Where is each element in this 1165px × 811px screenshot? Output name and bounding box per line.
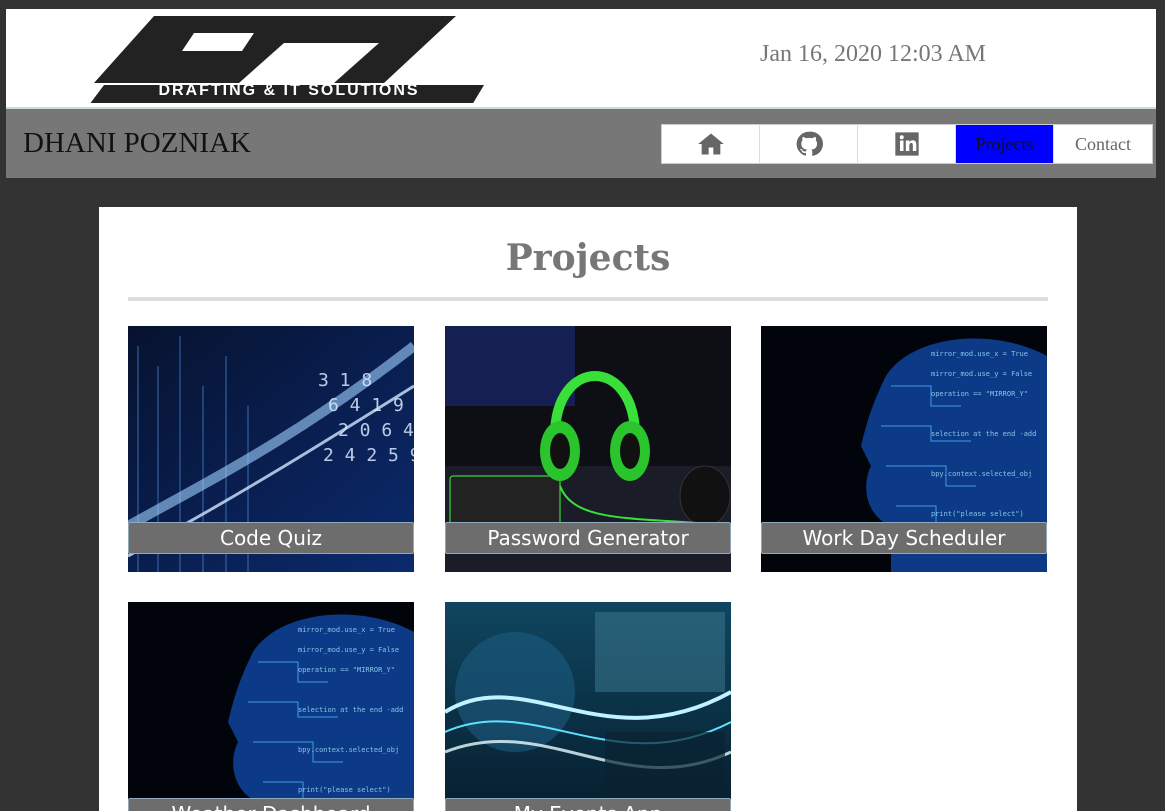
- projects-section: Projects 3 1 8 6 4 1 9 2 0 6 4 9 2 4 2 5 9…: [99, 207, 1077, 811]
- nav-menu: Projects Contact: [661, 124, 1153, 164]
- page-title: Projects: [505, 237, 671, 279]
- svg-text:3 1 8: 3 1 8: [318, 370, 372, 391]
- project-card-weather-dashboard[interactable]: mirror_mod.use_x = True mirror_mod.use_y …: [128, 602, 414, 811]
- linkedin-icon: [894, 132, 919, 156]
- svg-text:print("please select"): print("please select"): [298, 786, 391, 794]
- nav-contact[interactable]: Contact: [1054, 125, 1152, 163]
- nav-linkedin[interactable]: [858, 125, 956, 163]
- svg-text:operation == "MIRROR_Y": operation == "MIRROR_Y": [298, 666, 395, 674]
- nav-home[interactable]: [662, 125, 760, 163]
- nav-projects[interactable]: Projects: [956, 125, 1054, 163]
- home-icon: [697, 133, 724, 155]
- project-title: Work Day Scheduler: [761, 522, 1047, 554]
- project-title: Code Quiz: [128, 522, 414, 554]
- site-header: DRAFTING & IT SOLUTIONS Jan 16, 2020 12:…: [6, 9, 1156, 109]
- navbar: DHANI POZNIAK Projects Contact: [6, 109, 1156, 178]
- project-card-password-generator[interactable]: Password Generator: [445, 326, 731, 572]
- svg-text:2 0 6 4 9: 2 0 6 4 9: [338, 420, 414, 441]
- project-thumbnail: mirror_mod.use_x = True mirror_mod.use_y …: [128, 602, 414, 811]
- svg-text:operation == "MIRROR_Y": operation == "MIRROR_Y": [931, 390, 1028, 398]
- svg-text:print("please select"): print("please select"): [931, 510, 1024, 518]
- logo-tagline: DRAFTING & IT SOLUTIONS: [158, 82, 420, 99]
- site-brand[interactable]: DHANI POZNIAK: [23, 127, 251, 160]
- project-card-work-day-scheduler[interactable]: mirror_mod.use_x = True mirror_mod.use_y …: [761, 326, 1047, 572]
- svg-text:2 4 2 5 9 8: 2 4 2 5 9 8: [323, 445, 414, 466]
- project-card-my-events-app[interactable]: My Events App: [445, 602, 731, 811]
- title-divider: [128, 297, 1048, 301]
- svg-text:mirror_mod.use_x = True: mirror_mod.use_x = True: [298, 626, 395, 634]
- svg-text:bpy.context.selected_obj: bpy.context.selected_obj: [298, 746, 399, 754]
- nav-github[interactable]: [760, 125, 858, 163]
- svg-text:selection at the end -add: selection at the end -add: [931, 430, 1036, 438]
- project-card-code-quiz[interactable]: 3 1 8 6 4 1 9 2 0 6 4 9 2 4 2 5 9 8 Code Q…: [128, 326, 414, 572]
- github-icon: [796, 131, 823, 156]
- svg-text:mirror_mod.use_y = False: mirror_mod.use_y = False: [298, 646, 399, 654]
- project-title: Weather Dashboard: [128, 798, 414, 811]
- svg-text:selection at the end -add: selection at the end -add: [298, 706, 403, 714]
- project-thumbnail: [445, 602, 731, 811]
- project-title: Password Generator: [445, 522, 731, 554]
- svg-text:6 4 1 9: 6 4 1 9: [328, 395, 404, 416]
- project-title: My Events App: [445, 798, 731, 811]
- svg-text:mirror_mod.use_x = True: mirror_mod.use_x = True: [931, 350, 1028, 358]
- svg-text:mirror_mod.use_y = False: mirror_mod.use_y = False: [931, 370, 1032, 378]
- current-datetime: Jan 16, 2020 12:03 AM: [760, 41, 987, 67]
- svg-text:bpy.context.selected_obj: bpy.context.selected_obj: [931, 470, 1032, 478]
